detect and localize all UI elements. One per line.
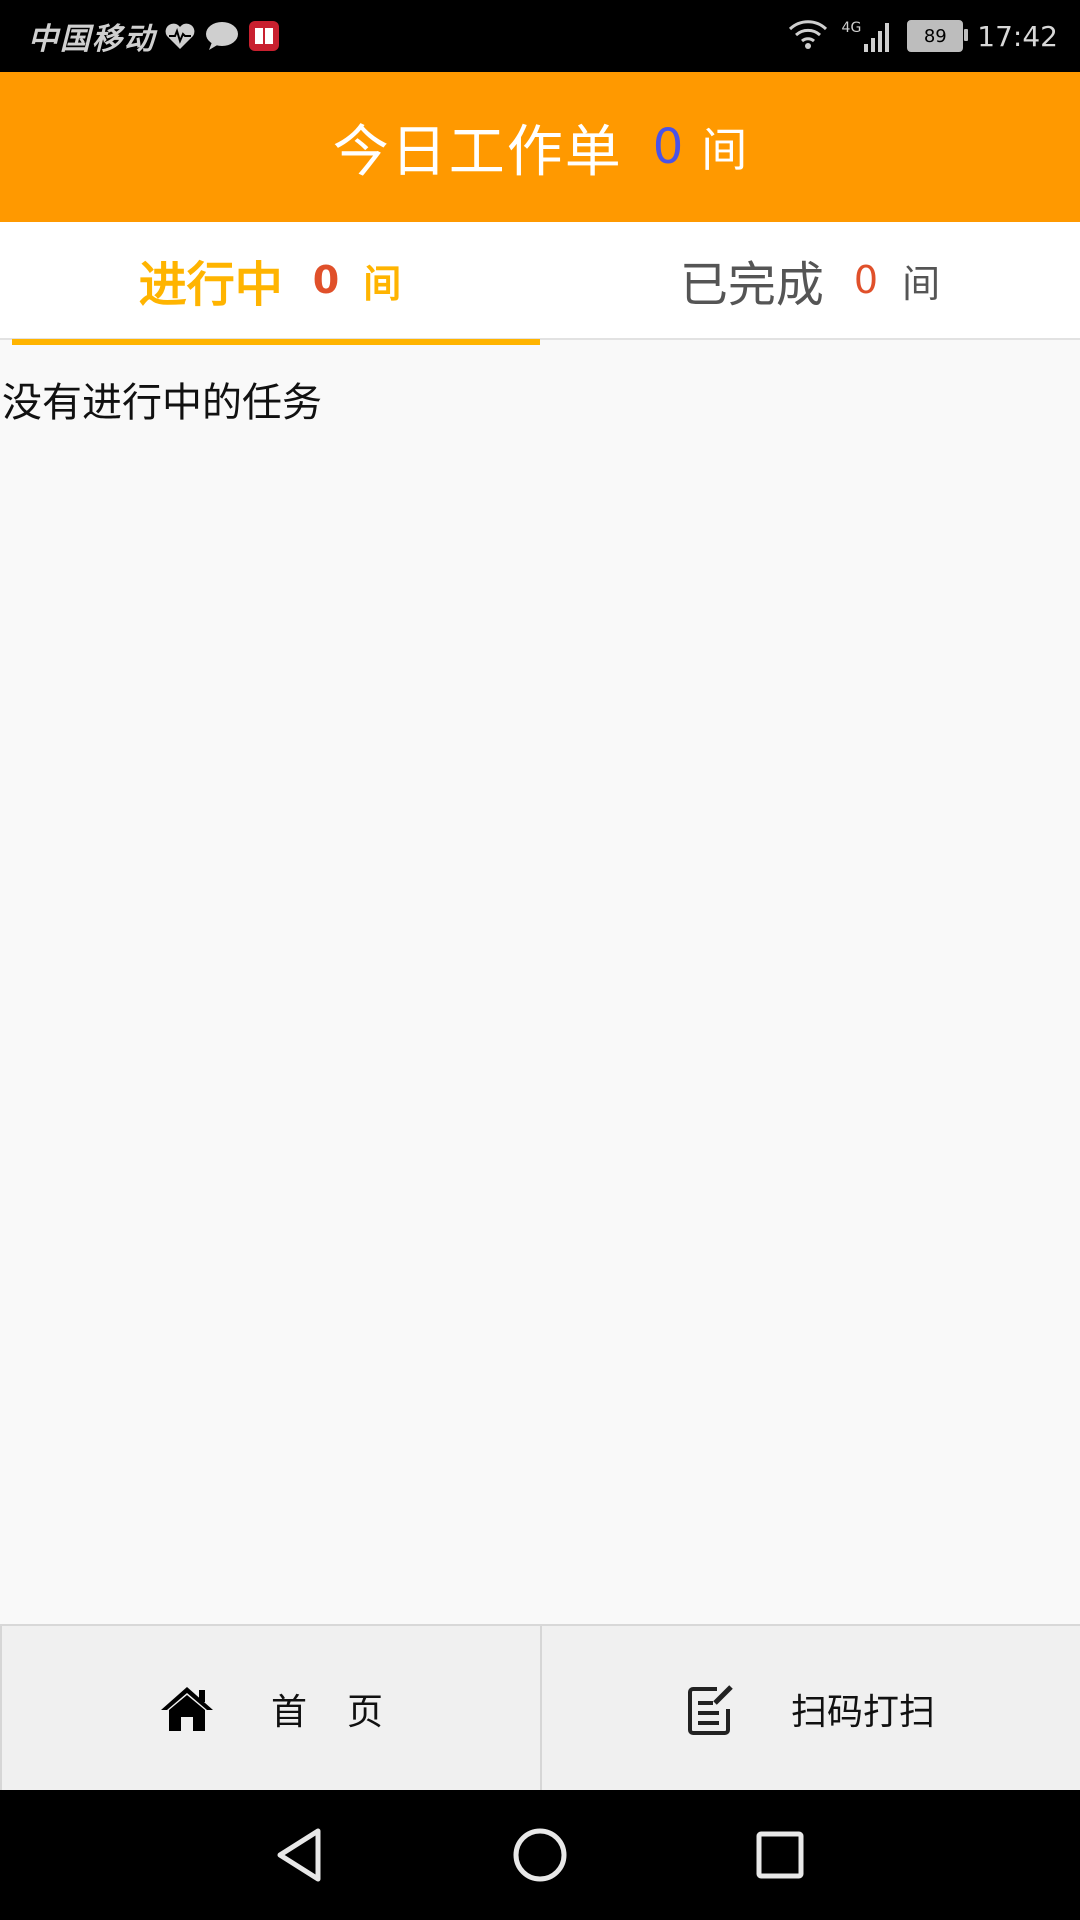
battery-level: 89 — [923, 25, 947, 47]
status-time: 17:42 — [977, 19, 1058, 53]
tab-label: 已完成 — [679, 257, 824, 313]
page-title: 今日工作单 — [332, 119, 623, 185]
status-right: 4G 89 17:42 — [774, 0, 1058, 72]
book-app-icon — [248, 20, 280, 52]
home-circle-icon[interactable] — [505, 1820, 575, 1890]
empty-message: 没有进行中的任务 — [2, 380, 322, 426]
notification-icons — [164, 20, 288, 52]
status-left: 中国移动 — [28, 0, 288, 72]
tab-count: 0 — [853, 258, 879, 302]
nav-home-button[interactable]: 首页 — [0, 1626, 540, 1792]
nav-home-label: 首页 — [270, 1692, 423, 1733]
health-icon — [164, 21, 196, 51]
tab-in-progress[interactable]: 进行中 0 间 — [0, 222, 540, 345]
tab-label: 进行中 — [138, 257, 283, 313]
bottom-nav: 首页 扫码打扫 — [0, 1624, 1080, 1792]
app-header: 今日工作单 0 间 — [0, 72, 1080, 222]
network-type: 4G — [841, 20, 862, 36]
home-icon — [159, 1684, 215, 1734]
tab-count: 0 — [312, 258, 340, 302]
header-count: 0 — [652, 119, 684, 175]
signal-icon: 4G — [842, 20, 894, 52]
tab-bar: 进行中 0 间 已完成 0 间 — [0, 222, 1080, 345]
carrier-name: 中国移动 — [28, 22, 156, 57]
message-icon — [204, 21, 240, 51]
tab-completed[interactable]: 已完成 0 间 — [540, 222, 1080, 338]
recents-icon[interactable] — [745, 1820, 815, 1890]
tab-unit: 间 — [363, 261, 402, 306]
status-bar: 中国移动 4G 89 17:42 — [0, 0, 1080, 72]
header-unit: 间 — [701, 123, 748, 177]
nav-scan-clean-label: 扫码打扫 — [790, 1692, 935, 1733]
back-icon[interactable] — [264, 1820, 334, 1890]
wifi-icon — [788, 18, 828, 54]
nav-scan-clean-button[interactable]: 扫码打扫 — [540, 1626, 1080, 1792]
task-list[interactable]: 没有进行中的任务 — [0, 340, 1080, 1624]
battery-icon: 89 — [907, 20, 969, 52]
tab-unit: 间 — [902, 261, 941, 306]
system-nav-bar — [0, 1790, 1080, 1920]
clipboard-edit-icon — [687, 1683, 735, 1735]
